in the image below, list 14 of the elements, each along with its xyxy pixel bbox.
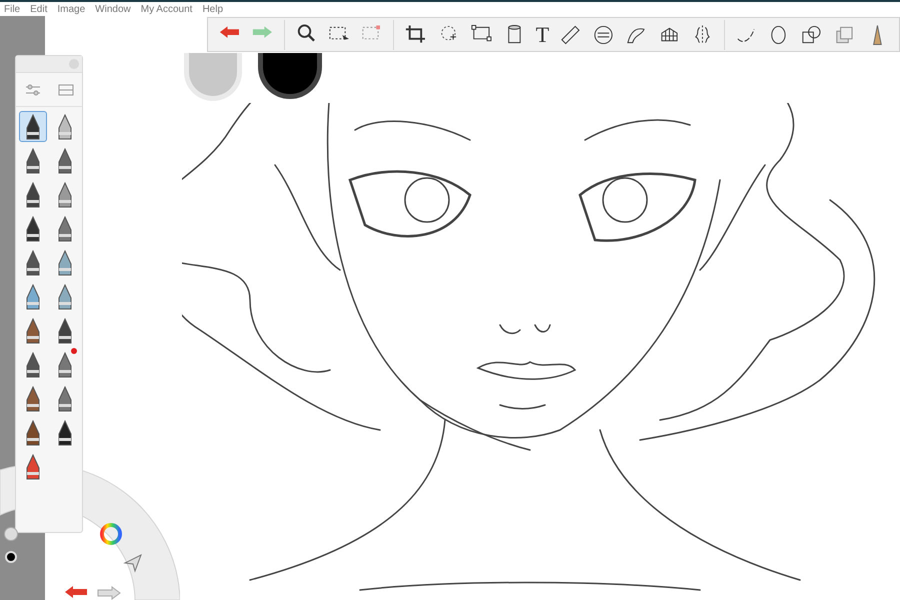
menu-item[interactable]: My Account: [140, 2, 192, 16]
text-tool[interactable]: T: [536, 24, 550, 46]
menu-item[interactable]: Edit: [30, 2, 48, 16]
undo-icon[interactable]: [63, 584, 89, 600]
menu-item[interactable]: File: [4, 2, 20, 16]
menu-item[interactable]: Image: [57, 2, 86, 16]
sliders-icon[interactable]: [24, 82, 40, 96]
menu-item[interactable]: Window: [95, 2, 131, 16]
color-wheel-icon[interactable]: [99, 522, 123, 546]
color-swatch[interactable]: [258, 53, 322, 99]
cursor-icon[interactable]: [123, 553, 143, 573]
menu-item[interactable]: Help: [202, 2, 224, 16]
brush-tool[interactable]: [19, 111, 47, 142]
brush-set-icon[interactable]: [58, 84, 74, 96]
